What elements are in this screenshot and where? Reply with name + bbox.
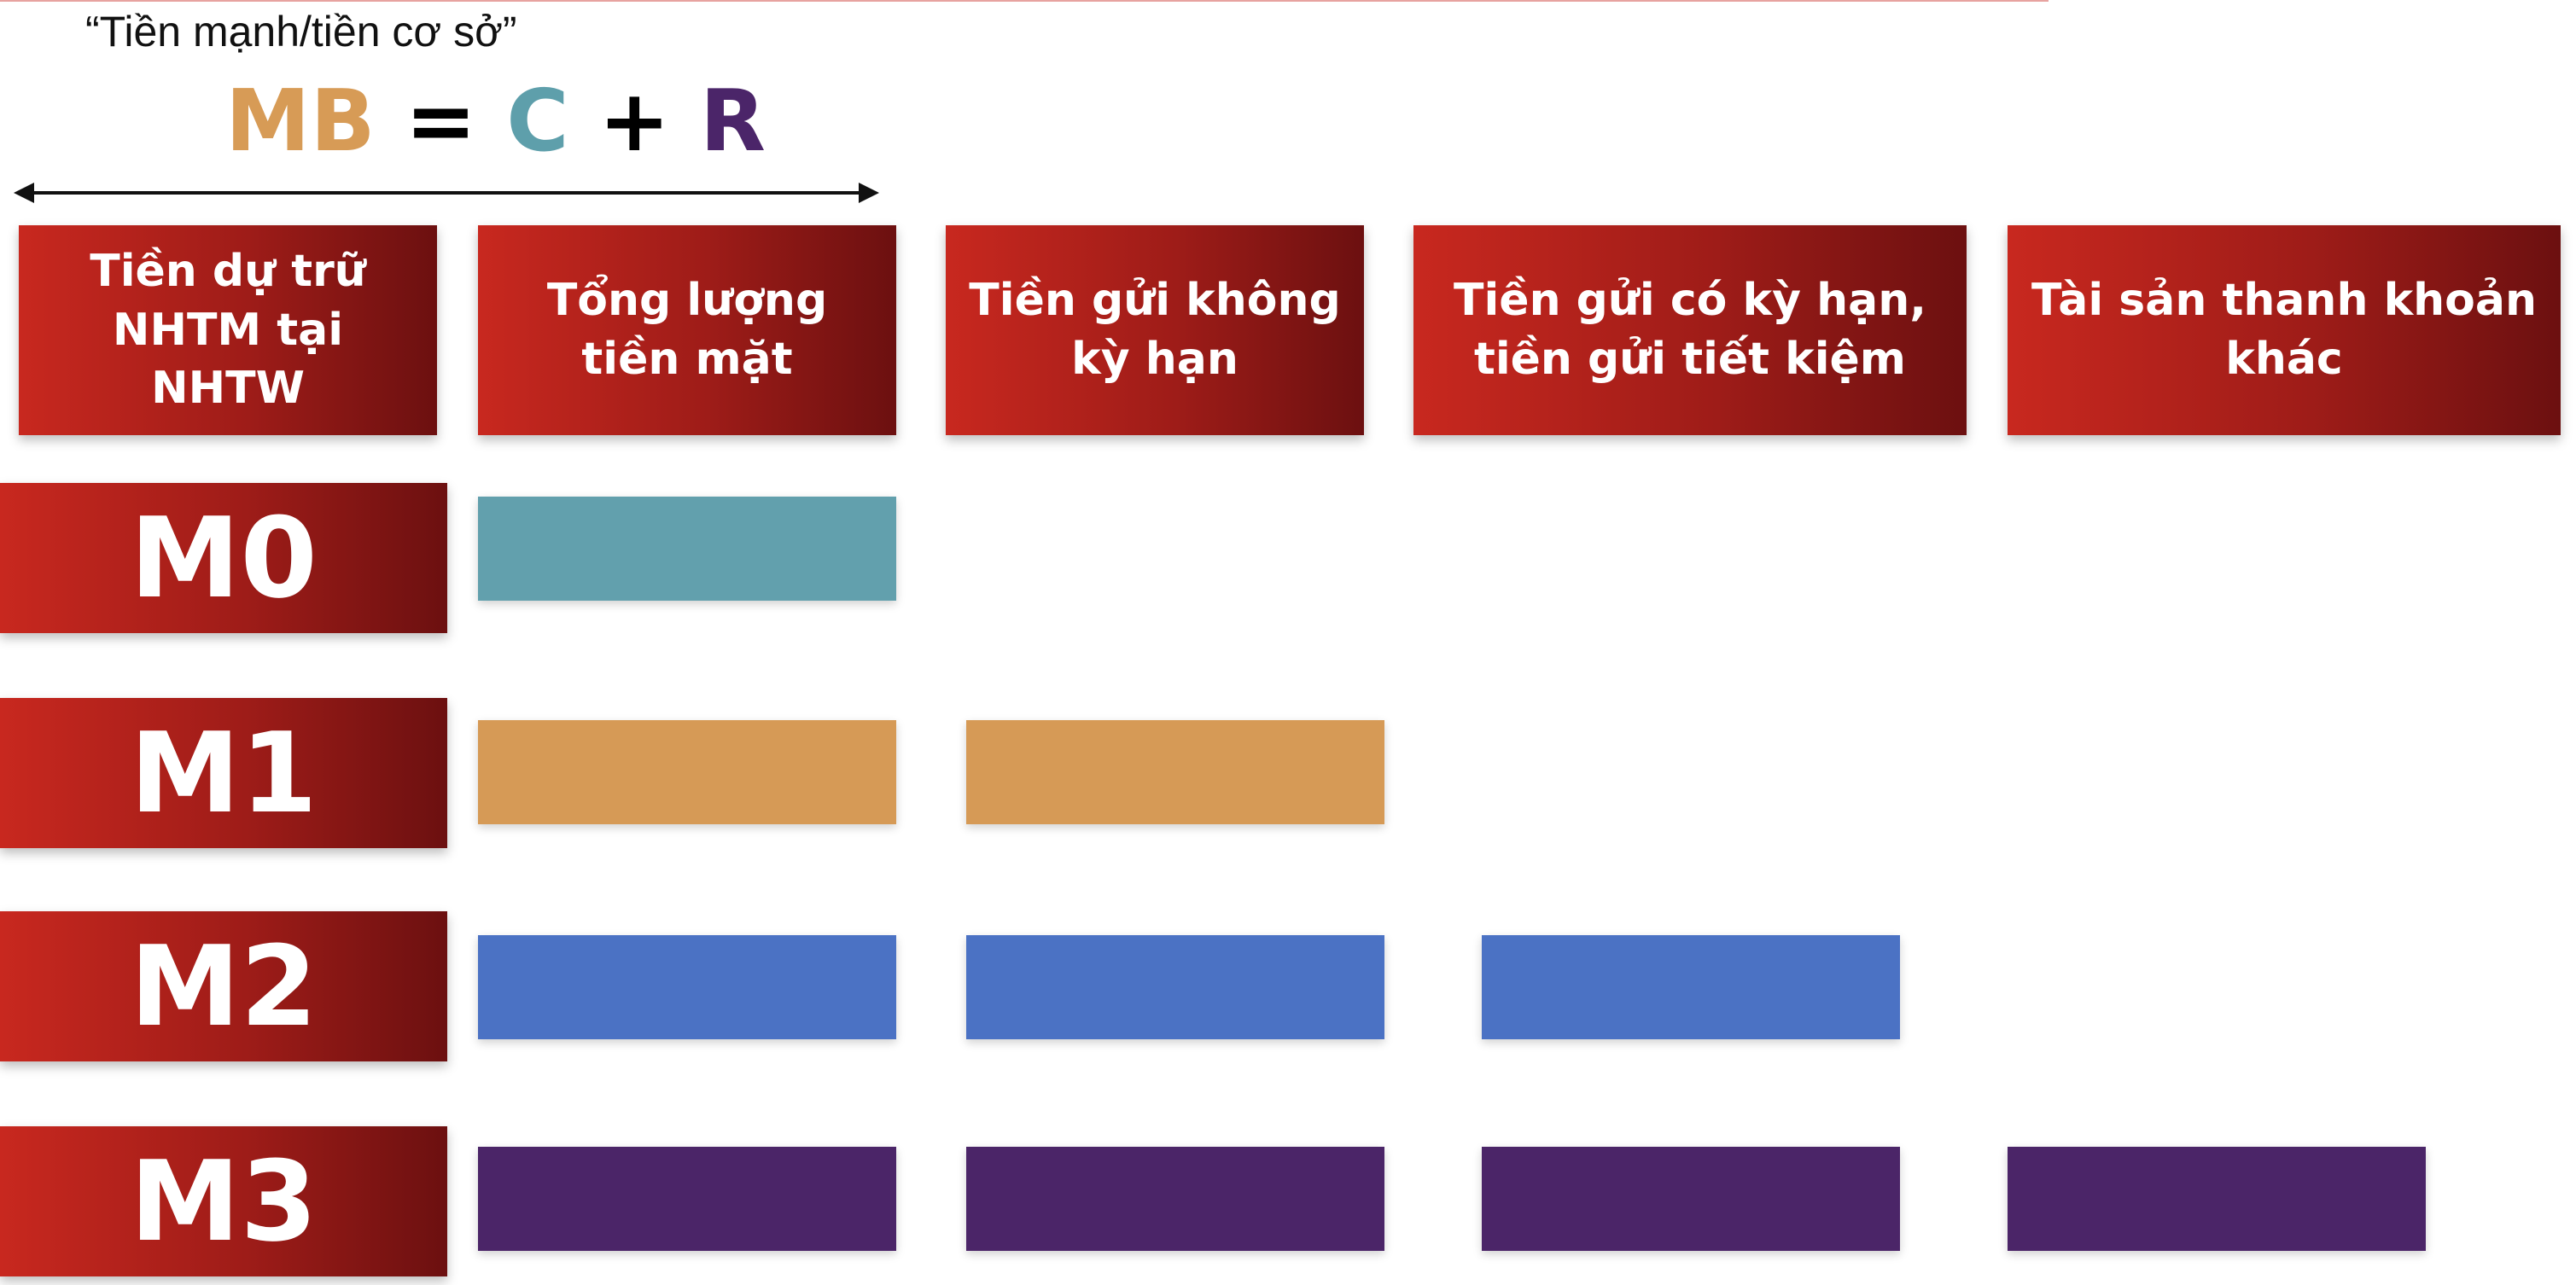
formula-plus: + [598,71,671,171]
formula-r: R [700,71,766,171]
row-label-m2: M2 [0,911,447,1061]
header-cash: Tổng lượng tiền mặt [478,225,896,435]
row-label-m1: M1 [0,698,447,848]
header-demand-deposits-label: Tiền gửi không kỳ hạn [969,275,1341,385]
formula-equals: = [405,71,477,171]
formula: MB = C + R [225,78,766,164]
row-label-m3: M3 [0,1126,447,1276]
header-other-liquid-assets: Tài sản thanh khoản khác [2008,225,2561,435]
bar-m2-term [1482,935,1900,1039]
bar-m1-demand [966,720,1384,824]
header-term-deposits-label: Tiền gửi có kỳ hạn, tiền gửi tiết kiệm [1454,275,1926,385]
bar-m3-term [1482,1147,1900,1251]
subtitle: “Tiền mạnh/tiền cơ sở” [85,8,517,55]
bar-m2-cash [478,935,896,1039]
header-other-liquid-assets-label: Tài sản thanh khoản khác [2031,275,2538,385]
bar-m1-cash [478,720,896,824]
row-label-m0: M0 [0,483,447,633]
bar-m3-cash [478,1147,896,1251]
header-cash-label: Tổng lượng tiền mặt [546,275,828,385]
bar-m0-cash [478,497,896,601]
header-reserves: Tiền dự trữ NHTM tại NHTW [19,225,437,435]
header-demand-deposits: Tiền gửi không kỳ hạn [946,225,1364,435]
top-divider-line [0,0,2049,2]
bar-m2-demand [966,935,1384,1039]
formula-c: C [506,71,569,171]
header-reserves-label: Tiền dự trữ NHTM tại NHTW [90,246,366,415]
header-term-deposits: Tiền gửi có kỳ hạn, tiền gửi tiết kiệm [1413,225,1967,435]
double-arrow-icon [14,183,879,203]
bar-m3-demand [966,1147,1384,1251]
bar-m3-other [2008,1147,2426,1251]
formula-mb: MB [225,71,376,171]
